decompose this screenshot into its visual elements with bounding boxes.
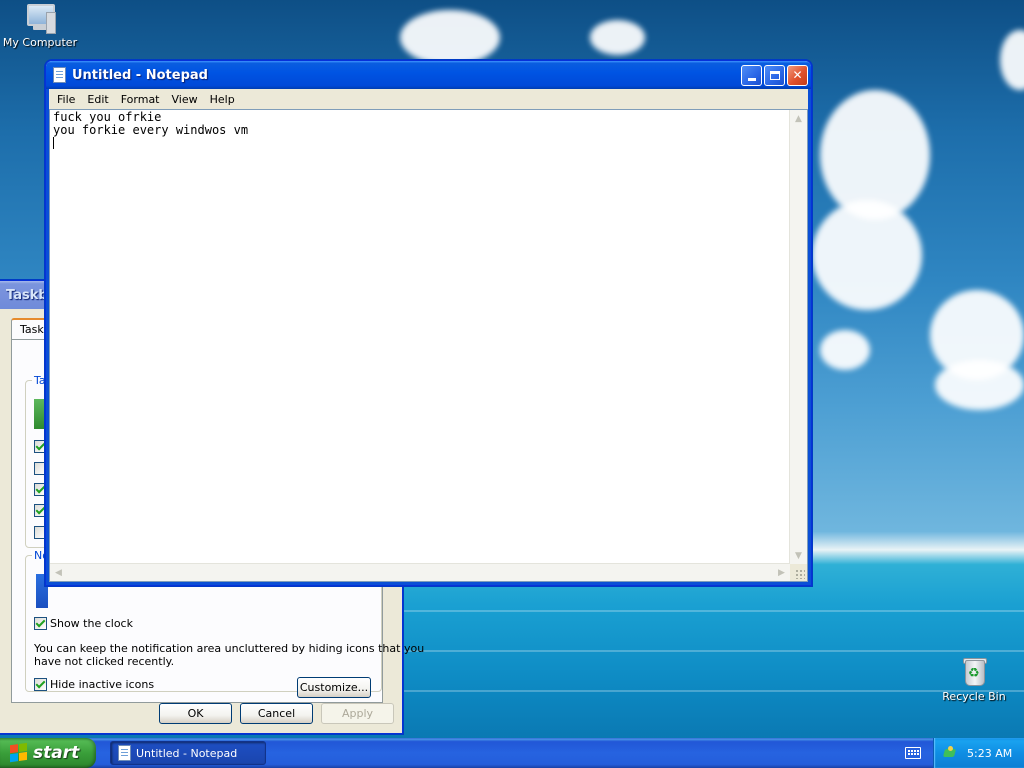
minimize-button[interactable] — [741, 64, 762, 86]
cloud — [820, 330, 870, 370]
scroll-down-arrow-icon[interactable]: ▼ — [791, 548, 806, 563]
horizontal-scrollbar[interactable]: ◀ ▶ — [50, 563, 790, 581]
desktop-icon-recycle-bin[interactable]: ♻ Recycle Bin — [934, 656, 1014, 703]
scroll-up-arrow-icon[interactable]: ▲ — [791, 111, 806, 126]
menu-format[interactable]: Format — [115, 91, 166, 108]
desktop-icon-my-computer[interactable]: My Computer — [0, 2, 80, 49]
taskbar-button-label: Untitled - Notepad — [136, 746, 238, 760]
vertical-scrollbar[interactable]: ▲ ▼ — [789, 110, 807, 564]
menu-file[interactable]: File — [51, 91, 81, 108]
recycle-bin-icon: ♻ — [958, 656, 990, 688]
scroll-left-arrow-icon[interactable]: ◀ — [51, 565, 66, 580]
notepad-titlebar[interactable]: Untitled - Notepad ✕ — [46, 61, 811, 89]
apply-button[interactable]: Apply — [321, 703, 394, 724]
hide-inactive-icons-checkbox[interactable] — [34, 678, 47, 691]
close-button[interactable]: ✕ — [787, 64, 808, 86]
cloud — [812, 200, 922, 310]
taskbar-button-notepad[interactable]: Untitled - Notepad — [110, 741, 266, 765]
text-caret — [53, 137, 54, 149]
hide-inactive-icons-label: Hide inactive icons — [50, 678, 155, 691]
maximize-icon — [769, 70, 780, 80]
system-tray: 5:23 AM — [933, 738, 1024, 768]
cancel-button[interactable]: Cancel — [240, 703, 313, 724]
network-icon[interactable] — [943, 746, 957, 760]
customize-button[interactable]: Customize... — [297, 677, 371, 698]
cloud — [1000, 30, 1024, 90]
keyboard-icon[interactable] — [905, 747, 921, 759]
ok-button[interactable]: OK — [159, 703, 232, 724]
notification-description-line-1: You can keep the notification area unclu… — [34, 642, 425, 655]
show-clock-label: Show the clock — [50, 617, 133, 630]
cloud — [400, 10, 500, 65]
window-title: Untitled - Notepad — [72, 67, 208, 83]
maximize-button[interactable] — [764, 64, 785, 86]
taskbar: start Untitled - Notepad 5:23 AM — [0, 738, 1024, 768]
clock[interactable]: 5:23 AM — [967, 747, 1012, 760]
cloud — [590, 20, 645, 55]
text-editor[interactable]: fuck you ofrkie you forkie every windwos … — [50, 110, 790, 564]
notepad-window: Untitled - Notepad ✕ File Edit Format Vi… — [45, 60, 812, 586]
menu-bar: File Edit Format View Help — [49, 89, 808, 109]
text-area-container: fuck you ofrkie you forkie every windwos … — [49, 109, 808, 582]
start-button[interactable]: start — [0, 738, 96, 768]
notification-description-line-2: have not clicked recently. — [34, 655, 175, 668]
windows-logo-icon — [10, 742, 28, 764]
notepad-icon — [52, 67, 66, 83]
notepad-icon — [117, 745, 131, 761]
text-line-2: you forkie every windwos vm — [53, 123, 249, 137]
menu-view[interactable]: View — [166, 91, 204, 108]
minimize-icon — [747, 77, 756, 81]
close-icon: ✕ — [792, 68, 803, 82]
show-clock-checkbox[interactable] — [34, 617, 47, 630]
scroll-right-arrow-icon[interactable]: ▶ — [774, 565, 789, 580]
menu-help[interactable]: Help — [204, 91, 241, 108]
menu-edit[interactable]: Edit — [81, 91, 114, 108]
cloud — [935, 360, 1024, 410]
desktop-icon-label: My Computer — [2, 36, 78, 49]
dialog-title: Taskb — [6, 287, 48, 303]
start-label: start — [33, 743, 80, 763]
resize-grip-icon[interactable] — [790, 564, 807, 581]
desktop-icon-label: Recycle Bin — [942, 690, 1006, 703]
my-computer-icon — [24, 2, 56, 34]
